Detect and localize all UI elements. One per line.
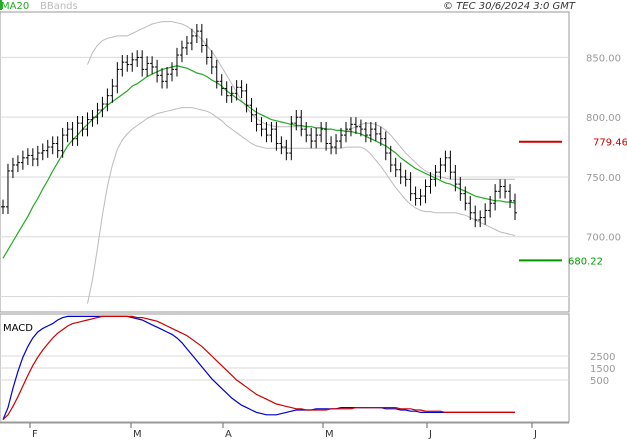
ma20-line [2, 65, 516, 259]
price-bar [115, 62, 120, 94]
price-y-tick-label: 800.00 [586, 113, 621, 124]
price-bar [35, 145, 40, 167]
price-bar [184, 35, 189, 56]
price-bar [165, 66, 170, 89]
price-bar [75, 115, 80, 146]
price-bar [508, 184, 513, 209]
price-bar [50, 136, 55, 155]
macd-y-tick-label: 2500 [590, 352, 615, 363]
price-bar [204, 38, 209, 65]
price-bar [150, 56, 155, 75]
price-bar [498, 179, 503, 199]
price-bar [189, 28, 194, 51]
x-tick-label: A [225, 429, 232, 440]
legend-ma: MA20 [1, 1, 29, 12]
price-grid [0, 56, 569, 297]
price-bar [30, 148, 35, 167]
price-bar [100, 96, 105, 118]
price-bar [229, 86, 234, 103]
x-tick-label: F [32, 429, 38, 440]
bb-lower-line [87, 107, 516, 304]
price-bar [284, 139, 289, 161]
price-bar [259, 117, 264, 137]
macd-y-tick-label: 500 [590, 376, 609, 387]
price-bar [130, 52, 135, 72]
price-bar [448, 150, 453, 180]
moving-average-line [2, 65, 516, 259]
price-bar [55, 136, 60, 158]
price-bar [413, 186, 418, 206]
price-bar [473, 205, 478, 228]
price-y-tick-label: 850.00 [586, 53, 621, 64]
legend-bbands: BBands [40, 1, 78, 12]
price-bar [309, 127, 314, 149]
price-bar [110, 78, 115, 103]
price-bar [478, 210, 483, 228]
copyright-text: © TEC 30/6/2024 3:0 GMT [443, 1, 576, 12]
price-bar [343, 121, 348, 143]
price-bar [279, 136, 284, 155]
price-bar [120, 55, 125, 77]
price-bar [174, 47, 179, 77]
price-y-tick-label: 750.00 [586, 173, 621, 184]
price-bar [60, 127, 65, 158]
price-bar [403, 169, 408, 187]
price-bar [135, 50, 140, 67]
x-tick-label: M [133, 429, 142, 440]
price-bar [140, 50, 145, 77]
x-tick-label: J [428, 429, 432, 440]
macd-title: MACD [3, 323, 33, 334]
price-bar [105, 88, 110, 112]
price-bar [85, 112, 90, 137]
price-bar [40, 143, 45, 161]
price-bar [393, 157, 398, 177]
price-y-tick-label: 700.00 [586, 233, 621, 244]
price-bar [443, 150, 448, 173]
price-bar [493, 184, 498, 211]
price-bar [65, 121, 70, 143]
price-bar [45, 139, 50, 158]
price-bar [5, 163, 10, 214]
price-bar [299, 110, 304, 137]
price-bar [1, 199, 5, 214]
x-tick-label: M [325, 429, 334, 440]
price-bar [145, 56, 150, 77]
price-bar [80, 115, 85, 137]
macd-y-tick-label: 1500 [590, 364, 615, 375]
price-bar [170, 62, 175, 82]
price-bar [15, 155, 20, 173]
x-tick-label: J [533, 429, 537, 440]
price-bar [239, 80, 244, 99]
price-levels: 779.46 680.22 [519, 138, 627, 267]
price-bars [1, 23, 517, 228]
price-bar [418, 188, 423, 206]
stock-chart: 779.46 680.22 850.00 800.00 750.00 700.00 250… [0, 0, 627, 440]
resistance-level-label: 779.46 [593, 138, 627, 149]
price-bar [348, 117, 353, 137]
price-bar [25, 148, 30, 165]
price-bar [304, 121, 309, 143]
price-bar [244, 83, 249, 113]
price-bar [160, 68, 165, 89]
price-bar [363, 121, 368, 143]
macd-grid [0, 355, 569, 381]
price-bar [324, 121, 329, 151]
price-bar [179, 40, 184, 63]
price-bar [483, 203, 488, 225]
price-bar [423, 179, 428, 204]
y-axis-ticks: 850.00 800.00 750.00 700.00 25001500500 [586, 53, 621, 387]
price-bar [329, 136, 334, 155]
price-bar [20, 150, 25, 170]
support-level-label: 680.22 [568, 256, 603, 267]
price-bar [334, 133, 339, 155]
price-bar [294, 110, 299, 131]
price-bar [513, 193, 517, 220]
price-bar [398, 162, 403, 185]
x-axis-ticks: FMAMJJ [29, 423, 537, 440]
price-bar [503, 179, 508, 199]
price-bar [289, 115, 294, 161]
price-bar [314, 127, 319, 149]
price-bar [319, 121, 324, 143]
price-bar [10, 157, 15, 179]
